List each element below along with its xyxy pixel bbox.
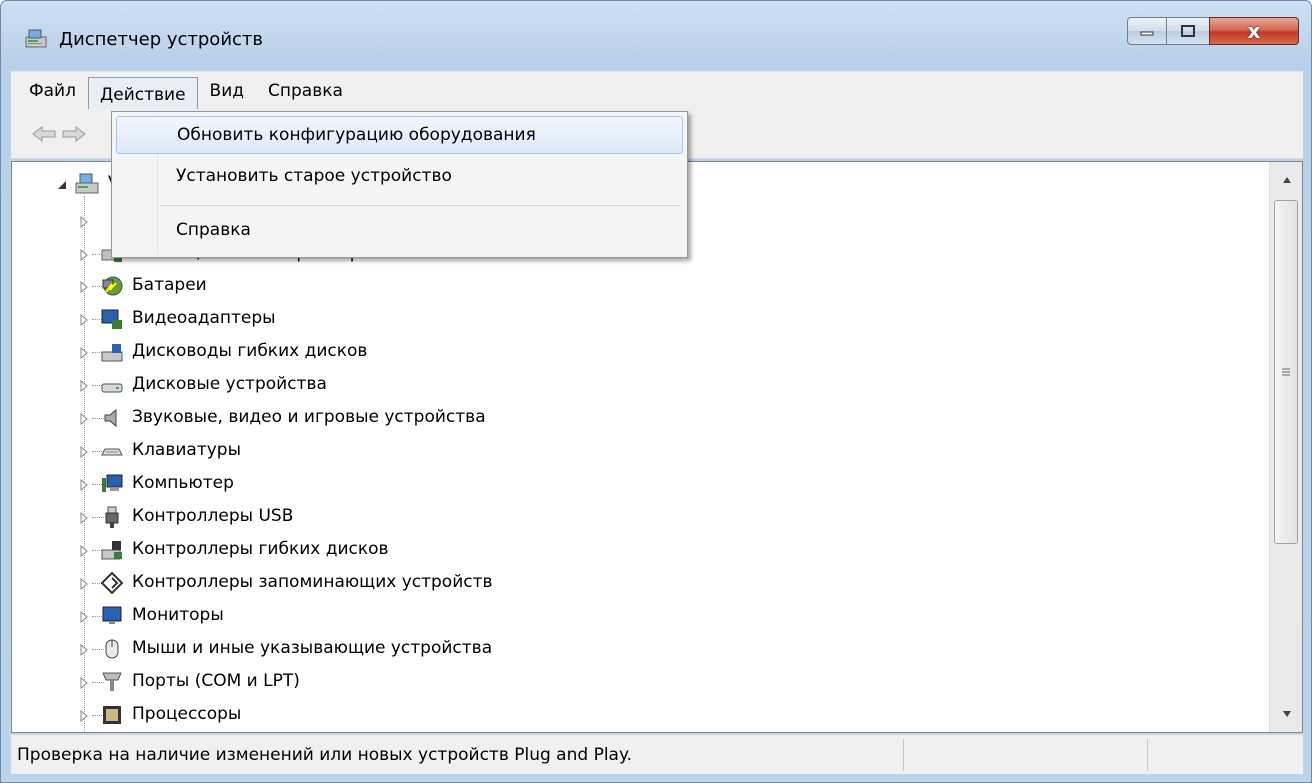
storage-controller-icon (100, 571, 124, 595)
close-button[interactable]: x (1209, 17, 1299, 45)
floppy-controller-icon (101, 541, 122, 560)
expand-arrow-icon[interactable] (78, 413, 90, 425)
tree-item-label: Мыши и иные указывающие устройства (132, 638, 493, 658)
tree-item-label: Контроллеры USB (132, 506, 294, 526)
scroll-down-button[interactable] (1270, 700, 1303, 728)
expand-arrow-icon[interactable] (78, 644, 90, 656)
menu-help[interactable]: Справка (256, 76, 355, 106)
tree-item[interactable]: Порты (COM и LPT) (12, 666, 1212, 699)
menu-separator (160, 205, 680, 206)
menu-item-label: Обновить конфигурацию оборудования (177, 125, 536, 145)
scrollbar-thumb[interactable] (1274, 200, 1298, 544)
tree-item[interactable]: Процессоры (12, 699, 1212, 732)
tree-item[interactable]: Звуковые, видео и игровые устройства (12, 402, 1212, 435)
expand-arrow-icon[interactable] (78, 611, 90, 623)
title-bar[interactable]: Диспетчер устройств x (1, 1, 1311, 67)
collapse-arrow-icon[interactable] (56, 179, 68, 191)
tree-item-label: Дисковые устройства (132, 374, 327, 394)
expand-arrow-icon[interactable] (78, 281, 90, 293)
menu-bar: Файл Действие Вид Справка (11, 71, 1303, 113)
tree-item-label: Мониторы (132, 605, 224, 625)
tree-item[interactable]: Контроллеры запоминающих устройств (12, 567, 1212, 600)
disk-drive-icon (101, 383, 123, 393)
tree-item-label: Контроллеры запоминающих устройств (132, 572, 493, 592)
tree-item[interactable]: Клавиатуры (12, 435, 1212, 468)
tree-item-label: Видеоадаптеры (132, 308, 276, 328)
window-title: Диспетчер устройств (59, 29, 264, 50)
tree-item[interactable]: Дисководы гибких дисков (12, 336, 1212, 369)
mouse-icon (105, 639, 119, 659)
tree-item-label: Компьютер (132, 473, 234, 493)
menu-item-help[interactable]: Справка (116, 212, 683, 250)
tree-item-label: Контроллеры гибких дисков (132, 539, 389, 559)
menu-file[interactable]: Файл (17, 76, 88, 106)
speaker-icon (104, 408, 117, 428)
vertical-scrollbar[interactable] (1269, 162, 1302, 732)
tree-item-label: Процессоры (132, 704, 242, 724)
tree-item-label: Батареи (132, 275, 207, 295)
tree-item[interactable]: Дисковые устройства (12, 369, 1212, 402)
arrow-up-icon (1282, 177, 1291, 183)
menu-item-label: Справка (176, 220, 251, 240)
maximize-button[interactable] (1166, 17, 1210, 45)
port-icon (102, 672, 122, 691)
expand-arrow-icon[interactable] (78, 249, 90, 261)
tree-item[interactable]: Мониторы (12, 600, 1212, 633)
expand-arrow-icon[interactable] (78, 677, 90, 689)
menu-view[interactable]: Вид (198, 76, 256, 106)
tree-item[interactable]: Батареи (12, 270, 1212, 303)
expand-arrow-icon[interactable] (78, 578, 90, 590)
status-divider (903, 739, 904, 771)
grip-icon (1282, 368, 1290, 376)
expand-arrow-icon[interactable] (78, 347, 90, 359)
display-adapter-icon (101, 309, 122, 329)
scroll-up-button[interactable] (1270, 166, 1303, 194)
expand-arrow-icon[interactable] (78, 479, 90, 491)
battery-icon (102, 276, 123, 296)
tree-item-label: Порты (COM и LPT) (132, 671, 300, 691)
tree-item[interactable]: Компьютер (12, 468, 1212, 501)
tree-item[interactable]: Контроллеры USB (12, 501, 1212, 534)
minimize-button[interactable] (1127, 17, 1167, 45)
tree-item[interactable]: Видеоадаптеры (12, 303, 1212, 336)
computer-root-icon (75, 173, 99, 194)
expand-arrow-icon[interactable] (78, 710, 90, 722)
tree-item[interactable]: Мыши и иные указывающие устройства (12, 633, 1212, 666)
keyboard-icon (101, 448, 123, 456)
menu-item-label: Установить старое устройство (176, 166, 452, 186)
expand-arrow-icon[interactable] (78, 216, 90, 228)
forward-arrow-icon (62, 125, 86, 143)
forward-button[interactable] (59, 123, 89, 145)
status-bar: Проверка на наличие изменений или новых … (11, 734, 1303, 774)
computer-icon (102, 474, 123, 492)
back-arrow-icon (32, 125, 56, 143)
expand-arrow-icon[interactable] (78, 380, 90, 392)
expand-arrow-icon[interactable] (78, 446, 90, 458)
menu-item-scan-hardware[interactable]: Обновить конфигурацию оборудования (116, 116, 683, 154)
menu-action[interactable]: Действие (87, 76, 198, 113)
arrow-down-icon (1282, 711, 1291, 717)
usb-icon (105, 506, 119, 528)
close-icon: x (1247, 19, 1261, 43)
device-manager-icon (25, 29, 47, 48)
action-menu-dropdown: Обновить конфигурацию оборудования Устан… (111, 111, 688, 258)
expand-arrow-icon[interactable] (78, 314, 90, 326)
tree-item-label: Звуковые, видео и игровые устройства (132, 407, 486, 427)
back-button[interactable] (29, 123, 59, 145)
status-text: Проверка на наличие изменений или новых … (17, 745, 633, 765)
processor-icon (103, 706, 121, 724)
monitor-icon (102, 606, 122, 624)
expand-arrow-icon[interactable] (78, 512, 90, 524)
expand-arrow-icon[interactable] (78, 545, 90, 557)
menu-item-add-legacy-hardware[interactable]: Установить старое устройство (116, 158, 683, 196)
tree-item-label: Клавиатуры (132, 440, 242, 460)
maximize-icon (1181, 25, 1195, 37)
tree-item-label: Дисководы гибких дисков (132, 341, 368, 361)
status-divider (1147, 739, 1148, 771)
device-manager-window: Диспетчер устройств x Файл Действие Вид … (0, 0, 1312, 783)
floppy-drive-icon (101, 344, 123, 362)
caption-buttons: x (1127, 17, 1299, 45)
tree-item[interactable]: Контроллеры гибких дисков (12, 534, 1212, 567)
minimize-icon (1140, 31, 1154, 36)
